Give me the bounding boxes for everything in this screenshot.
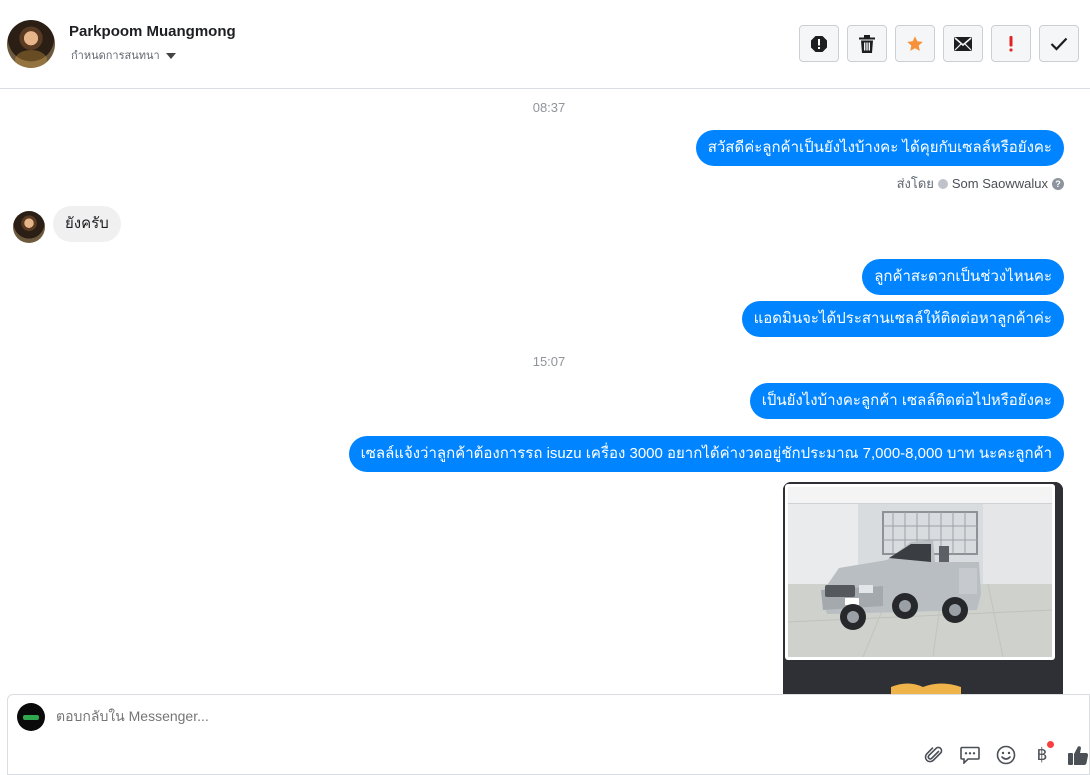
vehicle-image-attachment[interactable] [783, 482, 1063, 694]
checkmark-icon [1050, 37, 1068, 51]
message-thread[interactable]: 08:37 สวัสดีค่ะลูกค้าเป็นยังไงบ้างคะ ได้… [0, 90, 1090, 694]
exclamation-icon [1009, 35, 1013, 51]
conversation-header: Parkpoom Muangmong กำหนดการสนทนา [0, 0, 1090, 89]
mark-spam-button[interactable] [799, 25, 839, 62]
like-icon[interactable] [1067, 744, 1089, 766]
important-button[interactable] [991, 25, 1031, 62]
notification-dot [1047, 741, 1054, 748]
outgoing-message[interactable]: เซลล์แจ้งว่าลูกค้าต้องการรถ isuzu เครื่อ… [348, 436, 1064, 472]
saved-reply-icon[interactable] [959, 744, 981, 766]
timestamp: 08:37 [532, 100, 566, 115]
composer-actions: ฿ [923, 741, 1089, 766]
star-button[interactable] [895, 25, 935, 62]
payment-icon[interactable]: ฿ [1031, 741, 1054, 766]
pickup-truck-photo [783, 482, 1063, 694]
trash-icon [859, 34, 875, 53]
envelope-icon [954, 36, 972, 51]
sent-by-label: ส่งโดย [896, 176, 934, 191]
sender-name[interactable]: Som Saowwalux [952, 176, 1048, 191]
outgoing-message[interactable]: เป็นยังไงบ้างคะลูกค้า เซลล์ติดต่อไปหรือย… [749, 383, 1064, 419]
alert-octagon-icon [811, 35, 827, 52]
timestamp: 15:07 [532, 354, 566, 369]
delete-button[interactable] [847, 25, 887, 62]
mark-unread-button[interactable] [943, 25, 983, 62]
contact-name[interactable]: Parkpoom Muangmong [69, 23, 236, 40]
reply-composer: ฿ [7, 694, 1090, 775]
outgoing-message[interactable]: แอดมินจะได้ประสานเซลล์ให้ติดต่อหาลูกค้าค… [741, 301, 1064, 337]
done-button[interactable] [1039, 25, 1079, 62]
emoji-icon[interactable] [995, 744, 1017, 766]
outgoing-message[interactable]: ลูกค้าสะดวกเป็นช่วงไหนคะ [862, 259, 1064, 295]
conversation-menu[interactable]: กำหนดการสนทนา [71, 46, 176, 64]
conversation-menu-label: กำหนดการสนทนา [71, 50, 160, 62]
attachment-icon[interactable] [923, 744, 945, 766]
reply-input[interactable] [56, 708, 656, 724]
star-icon [907, 35, 923, 51]
contact-message-avatar [13, 211, 45, 243]
sent-by-info: ส่งโดย Som Saowwalux ? [897, 173, 1064, 194]
page-avatar [17, 703, 45, 731]
incoming-message[interactable]: ยังครับ [53, 206, 121, 242]
action-toolbar [799, 25, 1079, 62]
caret-down-icon [165, 52, 176, 59]
sender-status-icon [937, 178, 948, 189]
contact-avatar[interactable] [7, 20, 55, 68]
outgoing-message[interactable]: สวัสดีค่ะลูกค้าเป็นยังไงบ้างคะ ได้คุยกับ… [695, 130, 1064, 166]
help-icon[interactable]: ? [1052, 177, 1064, 190]
